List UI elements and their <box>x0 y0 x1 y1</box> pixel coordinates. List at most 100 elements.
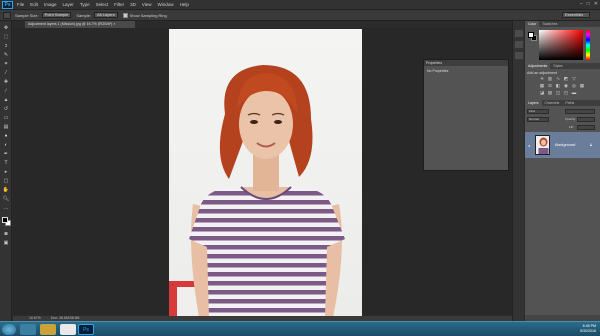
info-panel-icon[interactable] <box>515 41 523 48</box>
menu-layer[interactable]: Layer <box>63 2 74 7</box>
threshold-icon[interactable]: ◫ <box>555 90 561 95</box>
color-picker-field[interactable] <box>539 30 583 60</box>
eyedropper-tool-icon[interactable]: ⁄ <box>2 70 10 76</box>
foreground-color-swatch[interactable] <box>2 217 8 223</box>
menu-3d[interactable]: 3D <box>130 2 136 7</box>
photo-filter-icon[interactable]: ◉ <box>563 83 569 88</box>
fill-field[interactable] <box>577 125 595 130</box>
maximize-icon[interactable]: □ <box>587 1 590 7</box>
quick-mask-icon[interactable]: ◙ <box>2 231 10 237</box>
minimize-icon[interactable]: – <box>580 1 583 7</box>
gradient-map-icon[interactable]: ▬ <box>571 90 577 95</box>
menu-file[interactable]: File <box>17 2 24 7</box>
photoshop-logo[interactable]: Ps <box>2 0 13 9</box>
tab-color[interactable]: Color <box>525 21 540 27</box>
layer-filter-icons[interactable] <box>565 109 595 114</box>
curves-icon[interactable]: ∿ <box>555 76 561 81</box>
system-clock[interactable]: 6:48 PM 5/30/2016 <box>580 324 596 334</box>
folder-taskbar-icon[interactable] <box>40 324 56 335</box>
start-button-icon[interactable] <box>2 324 16 335</box>
menu-window[interactable]: Window <box>158 2 174 7</box>
hand-tool-icon[interactable]: ✋ <box>2 187 10 193</box>
neck <box>253 155 279 191</box>
menu-type[interactable]: Type <box>80 2 90 7</box>
tab-styles[interactable]: Styles <box>550 63 566 69</box>
crop-tool-icon[interactable]: ⌗ <box>2 61 10 67</box>
window-controls: – □ ✕ <box>580 1 598 7</box>
exposure-icon[interactable]: ◩ <box>563 76 569 81</box>
sample-select[interactable]: All Layers <box>94 12 118 18</box>
sample-size-select[interactable]: Point Sample <box>41 12 72 18</box>
layer-thumbnail-image <box>538 137 549 154</box>
posterize-icon[interactable]: ▨ <box>547 90 553 95</box>
chrome-taskbar-icon[interactable] <box>60 324 76 335</box>
gradient-tool-icon[interactable]: ▤ <box>2 124 10 130</box>
zoom-tool-icon[interactable]: 🔍︎ <box>2 196 10 202</box>
tab-layers[interactable]: Layers <box>525 100 542 106</box>
menu-image[interactable]: Image <box>44 2 57 7</box>
menu-view[interactable]: View <box>142 2 152 7</box>
options-bar: Sample Size: Point Sample Sample: All La… <box>0 10 600 21</box>
blend-mode-select[interactable]: Normal <box>527 117 549 122</box>
tool-preset-picker[interactable] <box>3 11 11 19</box>
color-lookup-icon[interactable]: ▦ <box>579 83 585 88</box>
type-tool-icon[interactable]: T <box>2 160 10 166</box>
tools-panel: ✥ ⬚ ↄ ✎ ⌗ ⁄ ✚ ∕ ▲ ↺ ▭ ▤ ● ◐ ✒ T ▸ ▢ ✋ 🔍︎… <box>0 21 12 321</box>
dodge-tool-icon[interactable]: ◐ <box>2 142 10 148</box>
document-tab[interactable]: Adjustment layers 1 (Mission).jpg @ 16.7… <box>25 21 135 28</box>
tab-adjustments[interactable]: Adjustments <box>525 63 551 69</box>
clone-stamp-tool-icon[interactable]: ▲ <box>2 97 10 103</box>
shape-tool-icon[interactable]: ▢ <box>2 178 10 184</box>
visibility-eye-icon[interactable]: ● <box>528 143 530 148</box>
tab-paths[interactable]: Paths <box>562 100 577 106</box>
eraser-tool-icon[interactable]: ▭ <box>2 115 10 121</box>
layer-kind-filter[interactable]: Kind <box>527 109 549 114</box>
tab-swatches[interactable]: Swatches <box>539 21 560 27</box>
blur-tool-icon[interactable]: ● <box>2 133 10 139</box>
hue-slider[interactable] <box>586 30 590 60</box>
healing-brush-tool-icon[interactable]: ✚ <box>2 79 10 85</box>
color-panel-tabs: Color Swatches <box>525 21 600 27</box>
history-brush-tool-icon[interactable]: ↺ <box>2 106 10 112</box>
screen-mode-icon[interactable]: ▣ <box>2 240 10 246</box>
brightness-icon[interactable]: ☀ <box>539 76 545 81</box>
vibrance-icon[interactable]: ▽ <box>571 76 577 81</box>
marquee-tool-icon[interactable]: ⬚ <box>2 34 10 40</box>
layer-name[interactable]: Background <box>555 143 575 147</box>
photoshop-taskbar-icon[interactable]: Ps <box>78 324 94 335</box>
color-panel-foreground-swatch[interactable] <box>528 32 534 38</box>
channel-mixer-icon[interactable]: ◎ <box>571 83 577 88</box>
document-image[interactable] <box>169 29 362 317</box>
layers-panel: Layers Channels Paths Kind Normal Opacit… <box>525 100 600 321</box>
close-icon[interactable]: ✕ <box>594 1 598 7</box>
workspace-select[interactable]: Essentials <box>562 12 590 18</box>
invert-icon[interactable]: ◪ <box>539 90 545 95</box>
layers-tabs: Layers Channels Paths <box>525 100 600 106</box>
hue-saturation-icon[interactable]: ▦ <box>539 83 545 88</box>
brush-tool-icon[interactable]: ∕ <box>2 88 10 94</box>
explorer-taskbar-icon[interactable] <box>20 324 36 335</box>
lock-icon: 🔒︎ <box>589 142 592 147</box>
path-select-tool-icon[interactable]: ▸ <box>2 169 10 175</box>
tab-channels[interactable]: Channels <box>542 100 563 106</box>
history-panel-icon[interactable] <box>515 30 523 37</box>
properties-panel-icon[interactable] <box>515 52 523 59</box>
color-balance-icon[interactable]: ⚖ <box>547 83 553 88</box>
levels-icon[interactable]: ▥ <box>547 76 553 81</box>
black-white-icon[interactable]: ◧ <box>555 83 561 88</box>
quick-select-tool-icon[interactable]: ✎ <box>2 52 10 58</box>
lasso-tool-icon[interactable]: ↄ <box>2 43 10 49</box>
show-sampling-ring-checkbox[interactable] <box>122 12 128 18</box>
pen-tool-icon[interactable]: ✒ <box>2 151 10 157</box>
opacity-field[interactable] <box>577 117 595 122</box>
more-tools-icon[interactable]: … <box>2 205 10 211</box>
move-tool-icon[interactable]: ✥ <box>2 25 10 31</box>
portrait-photo <box>169 65 345 317</box>
menu-select[interactable]: Select <box>96 2 109 7</box>
menu-filter[interactable]: Filter <box>114 2 124 7</box>
menu-edit[interactable]: Edit <box>30 2 38 7</box>
selective-color-icon[interactable]: ◰ <box>563 90 569 95</box>
menu-help[interactable]: Help <box>180 2 189 7</box>
collapsed-panels-dock <box>512 21 524 321</box>
layer-row[interactable]: ● Background 🔒︎ <box>525 132 600 158</box>
